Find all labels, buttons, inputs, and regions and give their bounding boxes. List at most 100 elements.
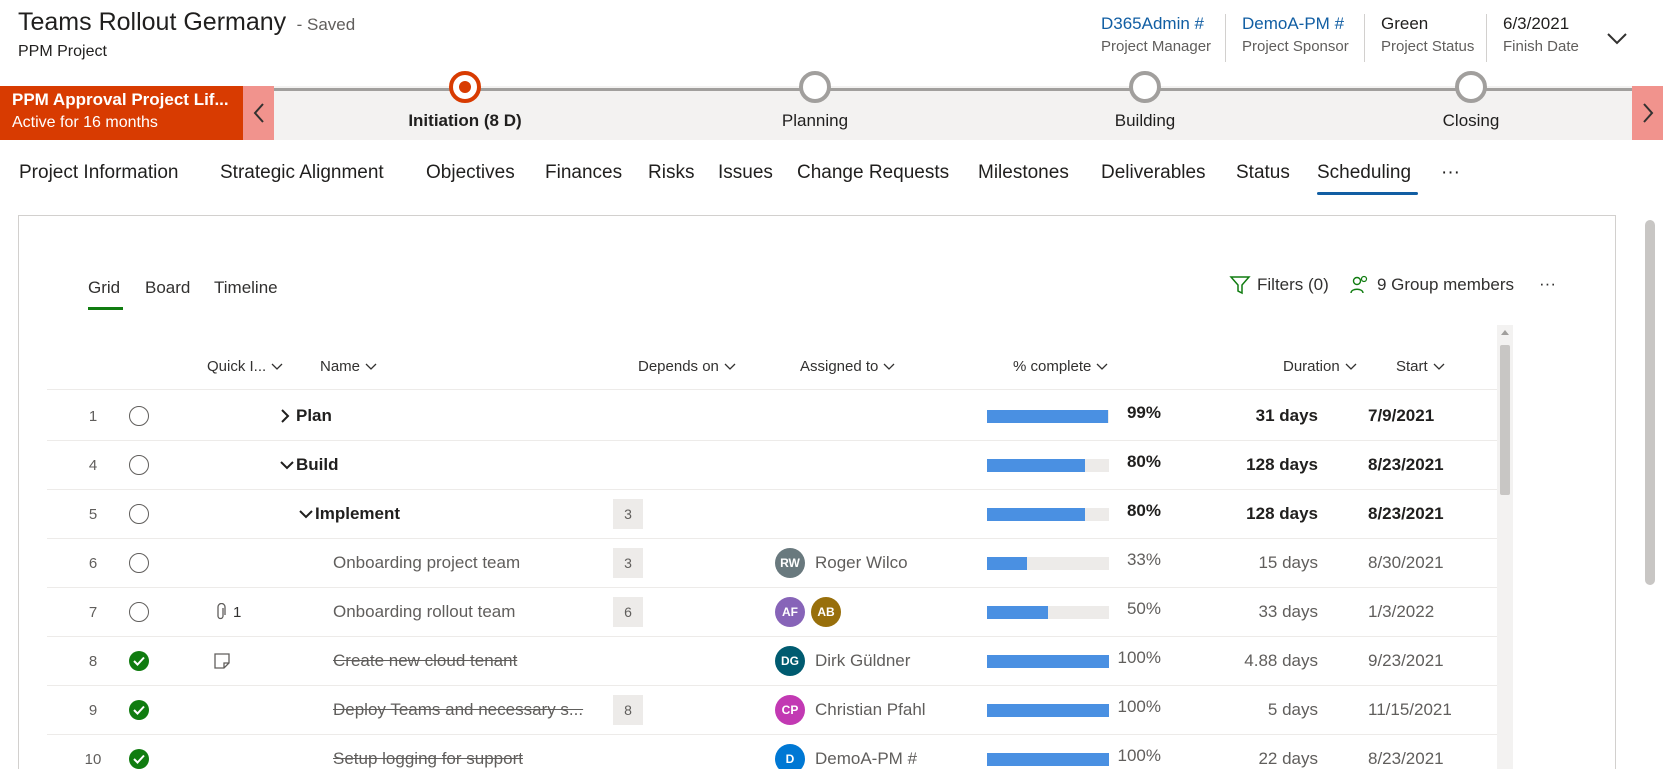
checkmark-icon[interactable] [129, 749, 149, 769]
column-header-name[interactable]: Name [320, 358, 377, 375]
duration-cell[interactable]: 31 days [1227, 391, 1318, 441]
assigned-to-cell[interactable]: AF AB [775, 587, 841, 637]
complete-cell[interactable] [129, 391, 149, 441]
panel-more-button[interactable]: ··· [1539, 274, 1556, 294]
start-date-cell[interactable]: 8/23/2021 [1368, 734, 1444, 769]
tab-risks[interactable]: Risks [648, 162, 694, 184]
column-header-quick[interactable]: Quick I... [207, 358, 283, 375]
dependency-badge[interactable]: 3 [613, 499, 643, 529]
duration-cell[interactable]: 128 days [1227, 440, 1318, 490]
task-name[interactable]: Implement [315, 504, 400, 524]
task-name-cell[interactable]: Create new cloud tenant [333, 636, 517, 686]
avatar[interactable]: RW [775, 548, 805, 578]
task-name-cell[interactable]: Onboarding rollout team [333, 587, 515, 637]
checkmark-icon[interactable] [129, 651, 149, 671]
tab-milestones[interactable]: Milestones [978, 162, 1069, 184]
task-name-cell[interactable]: Plan [280, 391, 332, 441]
task-name[interactable]: Onboarding rollout team [333, 602, 515, 622]
start-date-cell[interactable]: 8/23/2021 [1368, 489, 1444, 539]
incomplete-circle-icon[interactable] [129, 406, 149, 426]
table-row[interactable]: 9 Deploy Teams and necessary s... 8 CP Chris… [47, 685, 1497, 735]
tab-finances[interactable]: Finances [545, 162, 622, 184]
assigned-to-cell[interactable]: RW Roger Wilco [775, 538, 908, 588]
tabs-more-button[interactable]: ··· [1441, 162, 1460, 184]
header-field-project-sponsor[interactable]: DemoA-PM # Project Sponsor [1225, 14, 1349, 62]
avatar[interactable]: AF [775, 597, 805, 627]
view-tab-board[interactable]: Board [145, 278, 190, 298]
tab-deliverables[interactable]: Deliverables [1101, 162, 1206, 184]
table-row[interactable]: 4 Build 80% 128 days 8/23/2021 [47, 440, 1497, 490]
depends-on-cell[interactable]: 8 [613, 685, 643, 735]
task-name[interactable]: Create new cloud tenant [333, 651, 517, 671]
incomplete-circle-icon[interactable] [129, 455, 149, 475]
depends-on-cell[interactable]: 6 [613, 587, 643, 637]
tab-strategic-alignment[interactable]: Strategic Alignment [220, 162, 384, 184]
page-scrollbar-thumb[interactable] [1645, 220, 1655, 585]
depends-on-cell[interactable]: 3 [613, 489, 643, 539]
project-sponsor-value[interactable]: DemoA-PM # [1242, 14, 1349, 34]
table-row[interactable]: 1 Plan 99% 31 days 7/9/2021 [47, 391, 1497, 441]
complete-cell[interactable] [129, 636, 149, 686]
task-name[interactable]: Build [296, 455, 339, 475]
scroll-up-icon[interactable] [1497, 326, 1513, 338]
complete-cell[interactable] [129, 685, 149, 735]
avatar[interactable]: CP [775, 695, 805, 725]
process-flag[interactable]: PPM Approval Project Lif... Active for 1… [0, 86, 243, 140]
column-header-percent-complete[interactable]: % complete [1013, 358, 1108, 375]
table-row[interactable]: 6 Onboarding project team 3 RW Roger Wilco 33… [47, 538, 1497, 588]
incomplete-circle-icon[interactable] [129, 602, 149, 622]
task-name[interactable]: Setup logging for support [333, 749, 523, 769]
header-field-project-manager[interactable]: D365Admin # Project Manager [1085, 14, 1211, 62]
column-header-depends-on[interactable]: Depends on [638, 358, 736, 375]
complete-cell[interactable] [129, 489, 149, 539]
task-name-cell[interactable]: Setup logging for support [333, 734, 523, 769]
avatar[interactable]: AB [811, 597, 841, 627]
assigned-to-cell[interactable]: CP Christian Pfahl [775, 685, 926, 735]
task-name[interactable]: Onboarding project team [333, 553, 520, 573]
complete-cell[interactable] [129, 440, 149, 490]
depends-on-cell[interactable]: 3 [613, 538, 643, 588]
table-row[interactable]: 5 Implement 3 80% 128 days 8/23/2021 [47, 489, 1497, 539]
quick-info-note[interactable] [213, 636, 231, 686]
dependency-badge[interactable]: 3 [613, 548, 643, 578]
previous-stage-button[interactable] [243, 86, 274, 140]
avatar[interactable]: DG [775, 646, 805, 676]
incomplete-circle-icon[interactable] [129, 553, 149, 573]
chevron-down-icon[interactable] [280, 460, 296, 470]
complete-cell[interactable] [129, 538, 149, 588]
complete-cell[interactable] [129, 587, 149, 637]
grid-scrollbar[interactable] [1497, 325, 1513, 769]
tab-issues[interactable]: Issues [718, 162, 773, 184]
assigned-to-cell[interactable]: DG Dirk Güldner [775, 636, 910, 686]
start-date-cell[interactable]: 8/23/2021 [1368, 440, 1444, 490]
complete-cell[interactable] [129, 734, 149, 769]
chevron-down-icon[interactable] [299, 509, 315, 519]
start-date-cell[interactable]: 1/3/2022 [1368, 587, 1434, 637]
view-tab-timeline[interactable]: Timeline [214, 278, 278, 298]
chevron-down-icon[interactable] [1603, 24, 1631, 52]
dependency-badge[interactable]: 6 [613, 597, 643, 627]
column-header-start[interactable]: Start [1396, 358, 1445, 375]
duration-cell[interactable]: 4.88 days [1227, 636, 1318, 686]
start-date-cell[interactable]: 7/9/2021 [1368, 391, 1434, 441]
chevron-right-icon[interactable] [280, 409, 296, 423]
project-manager-value[interactable]: D365Admin # [1101, 14, 1211, 34]
task-name-cell[interactable]: Build [280, 440, 339, 490]
checkmark-icon[interactable] [129, 700, 149, 720]
duration-cell[interactable]: 5 days [1227, 685, 1318, 735]
tab-objectives[interactable]: Objectives [426, 162, 515, 184]
task-name[interactable]: Plan [296, 406, 332, 426]
task-name-cell[interactable]: Implement [299, 489, 400, 539]
tab-project-information[interactable]: Project Information [19, 162, 178, 184]
table-row[interactable]: 7 1 Onboarding rollout team 6 AF AB 50% 33 days… [47, 587, 1497, 637]
assigned-to-cell[interactable]: D DemoA-PM # [775, 734, 917, 769]
incomplete-circle-icon[interactable] [129, 504, 149, 524]
view-tab-grid[interactable]: Grid [88, 278, 120, 298]
table-row[interactable]: 8 Create new cloud tenant DG Dirk Güldner 10… [47, 636, 1497, 686]
start-date-cell[interactable]: 8/30/2021 [1368, 538, 1444, 588]
avatar[interactable]: D [775, 744, 805, 769]
column-header-duration[interactable]: Duration [1283, 358, 1357, 375]
task-name[interactable]: Deploy Teams and necessary s... [333, 700, 583, 720]
column-header-assigned-to[interactable]: Assigned to [800, 358, 895, 375]
group-members-button[interactable]: 9 Group members [1349, 274, 1514, 296]
